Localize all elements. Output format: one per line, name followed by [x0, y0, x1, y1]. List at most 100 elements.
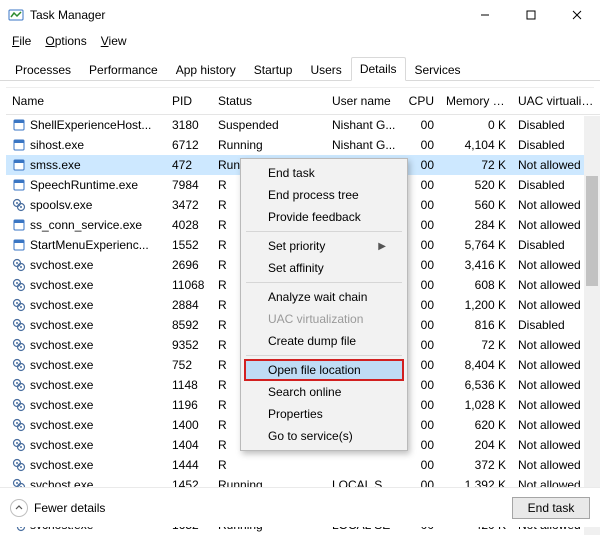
cell-name: svchost.exe — [6, 395, 166, 415]
minimize-button[interactable] — [462, 0, 508, 30]
scrollbar-thumb[interactable] — [586, 176, 598, 286]
tab-app-history[interactable]: App history — [167, 58, 245, 81]
process-icon — [12, 458, 26, 472]
table-row[interactable]: sihost.exe6712RunningNishant G...004,104… — [6, 135, 600, 155]
cell-mem: 8,404 K — [440, 355, 512, 375]
cell-pid: 11068 — [166, 275, 212, 295]
cell-name: svchost.exe — [6, 255, 166, 275]
cell-name: svchost.exe — [6, 455, 166, 475]
cell-user: Nishant G... — [326, 135, 402, 155]
process-icon — [12, 338, 26, 352]
cell-mem: 620 K — [440, 415, 512, 435]
ctx-provide-feedback[interactable]: Provide feedback — [244, 206, 404, 228]
cell-name: ShellExperienceHost... — [6, 115, 166, 135]
cell-pid: 8592 — [166, 315, 212, 335]
cell-pid: 9352 — [166, 335, 212, 355]
col-uac[interactable]: UAC virtualizat... — [512, 88, 600, 115]
ctx-set-priority[interactable]: Set priority ▶ — [244, 235, 404, 257]
cell-mem: 1,028 K — [440, 395, 512, 415]
ctx-end-task[interactable]: End task — [244, 162, 404, 184]
menu-separator — [246, 231, 402, 232]
ctx-end-process-tree[interactable]: End process tree — [244, 184, 404, 206]
menu-separator — [246, 355, 402, 356]
cell-pid: 7984 — [166, 175, 212, 195]
cell-name: svchost.exe — [6, 295, 166, 315]
cell-pid: 6712 — [166, 135, 212, 155]
ctx-go-to-service-s-[interactable]: Go to service(s) — [244, 425, 404, 447]
cell-mem: 4,104 K — [440, 135, 512, 155]
ctx-item-label: Set priority — [268, 239, 325, 253]
tab-processes[interactable]: Processes — [6, 58, 80, 81]
cell-pid: 3180 — [166, 115, 212, 135]
titlebar: Task Manager — [0, 0, 600, 30]
ctx-properties[interactable]: Properties — [244, 403, 404, 425]
cell-mem: 0 K — [440, 115, 512, 135]
task-manager-icon — [8, 7, 24, 23]
process-icon — [12, 198, 26, 212]
ctx-uac-virtualization: UAC virtualization — [244, 308, 404, 330]
tab-strip: ProcessesPerformanceApp historyStartupUs… — [0, 56, 600, 81]
table-row[interactable]: ShellExperienceHost...3180SuspendedNisha… — [6, 115, 600, 135]
table-row[interactable]: svchost.exe1444R00372 KNot allowed — [6, 455, 600, 475]
cell-name: spoolsv.exe — [6, 195, 166, 215]
tab-performance[interactable]: Performance — [80, 58, 167, 81]
tab-users[interactable]: Users — [301, 58, 350, 81]
cell-name: svchost.exe — [6, 355, 166, 375]
cell-pid: 752 — [166, 355, 212, 375]
ctx-item-label: End process tree — [268, 188, 359, 202]
cell-pid: 1552 — [166, 235, 212, 255]
process-icon — [12, 138, 26, 152]
process-icon — [12, 378, 26, 392]
col-name[interactable]: Name — [6, 88, 166, 115]
cell-mem: 3,416 K — [440, 255, 512, 275]
chevron-up-icon — [10, 499, 28, 517]
tab-services[interactable]: Services — [406, 58, 470, 81]
ctx-search-online[interactable]: Search online — [244, 381, 404, 403]
cell-status: Running — [212, 135, 326, 155]
ctx-open-file-location[interactable]: Open file location — [244, 359, 404, 381]
cell-mem: 608 K — [440, 275, 512, 295]
col-cpu[interactable]: CPU — [402, 88, 440, 115]
menu-file[interactable]: File — [6, 32, 37, 50]
end-task-button[interactable]: End task — [512, 497, 590, 519]
ctx-create-dump-file[interactable]: Create dump file — [244, 330, 404, 352]
menu-separator — [246, 282, 402, 283]
close-button[interactable] — [554, 0, 600, 30]
ctx-item-label: Search online — [268, 385, 341, 399]
vertical-scrollbar[interactable] — [584, 116, 600, 535]
ctx-item-label: Open file location — [268, 363, 361, 377]
cell-mem: 520 K — [440, 175, 512, 195]
cell-pid: 1400 — [166, 415, 212, 435]
fewer-details-label: Fewer details — [34, 501, 105, 515]
menu-options[interactable]: Options — [39, 32, 92, 50]
cell-name: SpeechRuntime.exe — [6, 175, 166, 195]
cell-user — [326, 455, 402, 475]
process-icon — [12, 158, 26, 172]
cell-mem: 204 K — [440, 435, 512, 455]
cell-name: StartMenuExperienc... — [6, 235, 166, 255]
cell-name: svchost.exe — [6, 335, 166, 355]
ctx-item-label: Create dump file — [268, 334, 356, 348]
cell-pid: 1148 — [166, 375, 212, 395]
cell-pid: 3472 — [166, 195, 212, 215]
chevron-right-icon: ▶ — [378, 241, 386, 252]
ctx-item-label: Go to service(s) — [268, 429, 353, 443]
cell-mem: 816 K — [440, 315, 512, 335]
fewer-details-toggle[interactable]: Fewer details — [10, 499, 105, 517]
col-mem[interactable]: Memory (a... — [440, 88, 512, 115]
cell-name: svchost.exe — [6, 315, 166, 335]
tab-details[interactable]: Details — [351, 57, 406, 81]
ctx-item-label: End task — [268, 166, 315, 180]
cell-name: sihost.exe — [6, 135, 166, 155]
ctx-set-affinity[interactable]: Set affinity — [244, 257, 404, 279]
maximize-button[interactable] — [508, 0, 554, 30]
menu-view[interactable]: View — [95, 32, 133, 50]
col-status[interactable]: Status — [212, 88, 326, 115]
cell-pid: 1444 — [166, 455, 212, 475]
col-user[interactable]: User name — [326, 88, 402, 115]
process-icon — [12, 218, 26, 232]
ctx-analyze-wait-chain[interactable]: Analyze wait chain — [244, 286, 404, 308]
cell-mem: 284 K — [440, 215, 512, 235]
tab-startup[interactable]: Startup — [245, 58, 302, 81]
col-pid[interactable]: PID — [166, 88, 212, 115]
